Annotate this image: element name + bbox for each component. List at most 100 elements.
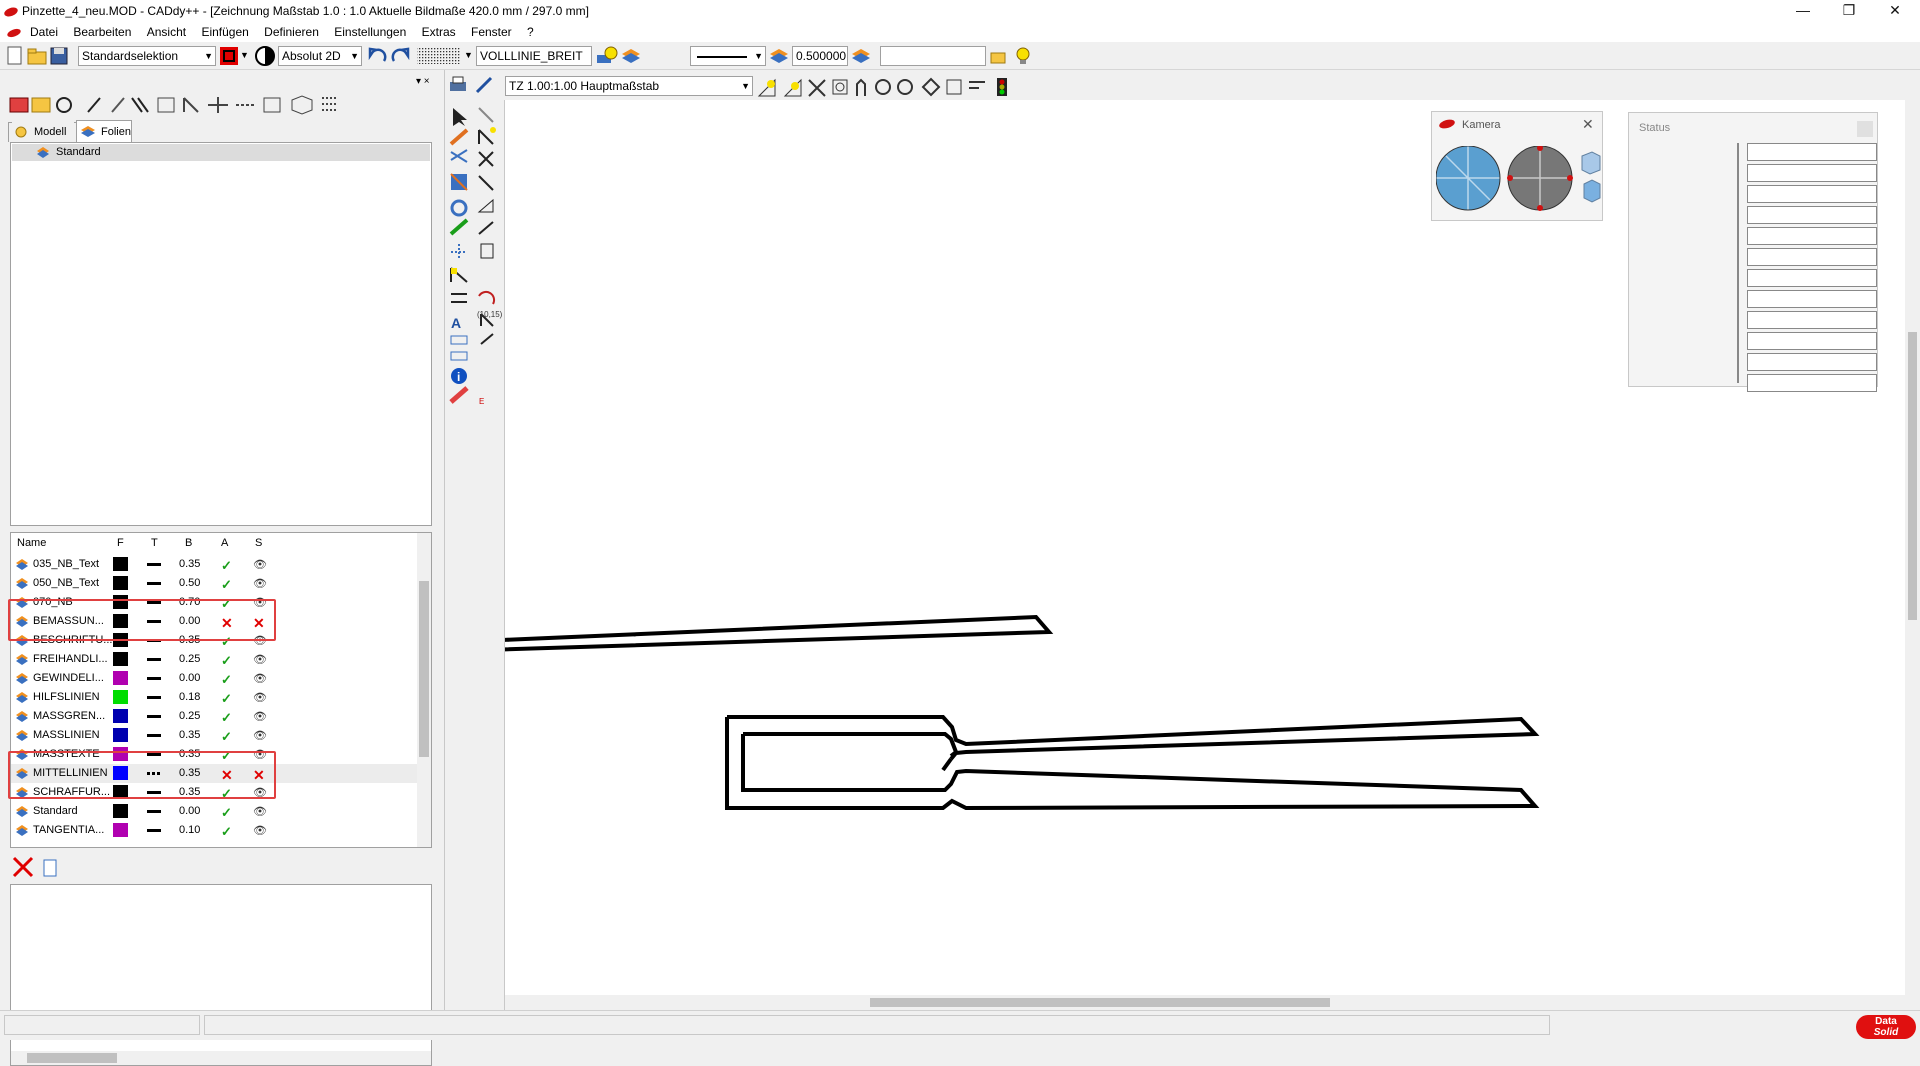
view-select-icon[interactable]	[473, 74, 495, 96]
coord-mode-combo[interactable]: Absolut 2D ▼	[278, 46, 362, 66]
menu-datei[interactable]: Datei	[24, 23, 64, 42]
layer-active-check-icon[interactable]: ✓	[221, 577, 232, 593]
menu-definieren[interactable]: Definieren	[258, 23, 325, 42]
layer-active-check-icon[interactable]: ✓	[221, 805, 232, 821]
layer-row[interactable]: HILFSLINIEN 0.18 ✓ 👁	[11, 688, 421, 707]
line-width-field[interactable]: 0.500000	[792, 46, 848, 66]
header-name[interactable]: Name	[17, 537, 46, 549]
free-input-field[interactable]	[880, 46, 986, 66]
layer-color-swatch[interactable]	[113, 823, 128, 837]
menu-extras[interactable]: Extras	[416, 23, 462, 42]
panel-pin-icon[interactable]: ▾ ×	[416, 76, 430, 87]
layer-color-swatch[interactable]	[113, 690, 128, 704]
layer-linetype[interactable]	[147, 563, 161, 566]
status-close-button[interactable]	[1857, 121, 1873, 137]
header-b[interactable]: B	[185, 537, 192, 549]
menu-help[interactable]: ?	[521, 23, 540, 42]
layer-active-check-icon[interactable]: ✓	[221, 558, 232, 574]
menu-einfuegen[interactable]: Einfügen	[195, 23, 254, 42]
layer-visible-eye-icon[interactable]: 👁	[253, 653, 267, 666]
layer-row[interactable]: Standard 0.00 ✓ 👁	[11, 802, 421, 821]
header-f[interactable]: F	[117, 537, 124, 549]
linetype-combo[interactable]: VOLLLINIE_BREIT	[476, 46, 592, 66]
undo-icon[interactable]	[366, 45, 388, 67]
layer-active-check-icon[interactable]: ✓	[221, 691, 232, 707]
layer-visible-eye-icon[interactable]: 👁	[253, 577, 267, 590]
layer-active-check-icon[interactable]: ✓	[221, 653, 232, 669]
minimize-button[interactable]: —	[1780, 0, 1826, 23]
redo-icon[interactable]	[390, 45, 412, 67]
restore-button[interactable]: ❐	[1826, 0, 1872, 23]
layer-row[interactable]: GEWINDELI... 0.00 ✓ 👁	[11, 669, 421, 688]
canvas-hscrollbar[interactable]	[505, 995, 1905, 1010]
layer-icon[interactable]	[620, 45, 642, 67]
line-style-combo[interactable]: ▼	[690, 46, 766, 66]
status-window[interactable]: Status	[1628, 112, 1878, 392]
layer-active-check-icon[interactable]: ✓	[221, 672, 232, 688]
print-icon[interactable]	[447, 74, 469, 96]
width-style-icon[interactable]	[850, 45, 872, 67]
layer-linetype[interactable]	[147, 677, 161, 680]
layer-visible-eye-icon[interactable]: 👁	[253, 729, 267, 742]
layer-linetype[interactable]	[147, 810, 161, 813]
camera-window[interactable]: Kamera ✕	[1431, 111, 1603, 221]
width-layer-icon[interactable]	[768, 45, 790, 67]
menu-einstellungen[interactable]: Einstellungen	[328, 23, 412, 42]
grid-dropdown-icon[interactable]: ▼	[464, 50, 473, 60]
properties-hscrollbar[interactable]	[11, 1051, 431, 1065]
layer-row[interactable]: MASSGREN... 0.25 ✓ 👁	[11, 707, 421, 726]
folder-light-icon[interactable]	[990, 45, 1012, 67]
layer-list-scrollbar[interactable]	[417, 533, 431, 847]
layer-linetype[interactable]	[147, 734, 161, 737]
selection-mode-combo[interactable]: Standardselektion ▼	[78, 46, 216, 66]
panel-tools-icons[interactable]	[8, 94, 348, 116]
select-dropdown-icon[interactable]: ▼	[240, 50, 249, 60]
layer-color-swatch[interactable]	[113, 709, 128, 723]
close-button[interactable]: ✕	[1872, 0, 1918, 23]
layer-linetype[interactable]	[147, 829, 161, 832]
scale-combo[interactable]: TZ 1.00:1.00 Hauptmaßstab ▼	[505, 76, 753, 96]
layer-linetype[interactable]	[147, 658, 161, 661]
layer-linetype[interactable]	[147, 715, 161, 718]
grid-icon[interactable]	[416, 45, 464, 67]
drawing-tools-icons[interactable]: A i E	[447, 104, 501, 664]
menu-bearbeiten[interactable]: Bearbeiten	[67, 23, 137, 42]
layer-row[interactable]: FREIHANDLI... 0.25 ✓ 👁	[11, 650, 421, 669]
select-frame-icon[interactable]	[218, 45, 240, 67]
header-a[interactable]: A	[221, 537, 228, 549]
open-folder-icon[interactable]	[26, 45, 48, 67]
save-icon[interactable]	[48, 45, 70, 67]
layer-linetype[interactable]	[147, 696, 161, 699]
layer-visible-eye-icon[interactable]: 👁	[253, 558, 267, 571]
menu-fenster[interactable]: Fenster	[465, 23, 518, 42]
camera-globes-icon[interactable]	[1436, 146, 1602, 216]
layer-visible-eye-icon[interactable]: 👁	[253, 805, 267, 818]
layer-row[interactable]: TANGENTIA... 0.10 ✓ 👁	[11, 821, 421, 840]
layer-linetype[interactable]	[147, 582, 161, 585]
tree-item-standard[interactable]: Standard	[12, 144, 430, 161]
layer-color-swatch[interactable]	[113, 728, 128, 742]
layer-actions-icons[interactable]	[12, 856, 62, 880]
layer-row[interactable]: 050_NB_Text 0.50 ✓ 👁	[11, 574, 421, 593]
canvas-vscrollbar[interactable]	[1905, 100, 1920, 995]
layer-color-swatch[interactable]	[113, 671, 128, 685]
layer-active-check-icon[interactable]: ✓	[221, 710, 232, 726]
layer-visible-eye-icon[interactable]: 👁	[253, 710, 267, 723]
new-file-icon[interactable]	[4, 45, 26, 67]
layer-color-swatch[interactable]	[113, 576, 128, 590]
layer-color-swatch[interactable]	[113, 804, 128, 818]
layer-row[interactable]: 035_NB_Text 0.35 ✓ 👁	[11, 555, 421, 574]
layer-active-check-icon[interactable]: ✓	[221, 729, 232, 745]
layer-color-swatch[interactable]	[113, 652, 128, 666]
layer-color-swatch[interactable]	[113, 557, 128, 571]
layer-visible-eye-icon[interactable]: 👁	[253, 824, 267, 837]
menu-ansicht[interactable]: Ansicht	[141, 23, 192, 42]
camera-close-icon[interactable]: ✕	[1582, 116, 1594, 133]
zoom-tools-icons[interactable]	[757, 76, 1057, 98]
header-s[interactable]: S	[255, 537, 262, 549]
header-t[interactable]: T	[151, 537, 158, 549]
layer-light-icon[interactable]	[596, 45, 618, 67]
bulb-icon[interactable]	[1012, 45, 1034, 67]
layer-row[interactable]: MASSLINIEN 0.35 ✓ 👁	[11, 726, 421, 745]
layer-visible-eye-icon[interactable]: 👁	[253, 691, 267, 704]
